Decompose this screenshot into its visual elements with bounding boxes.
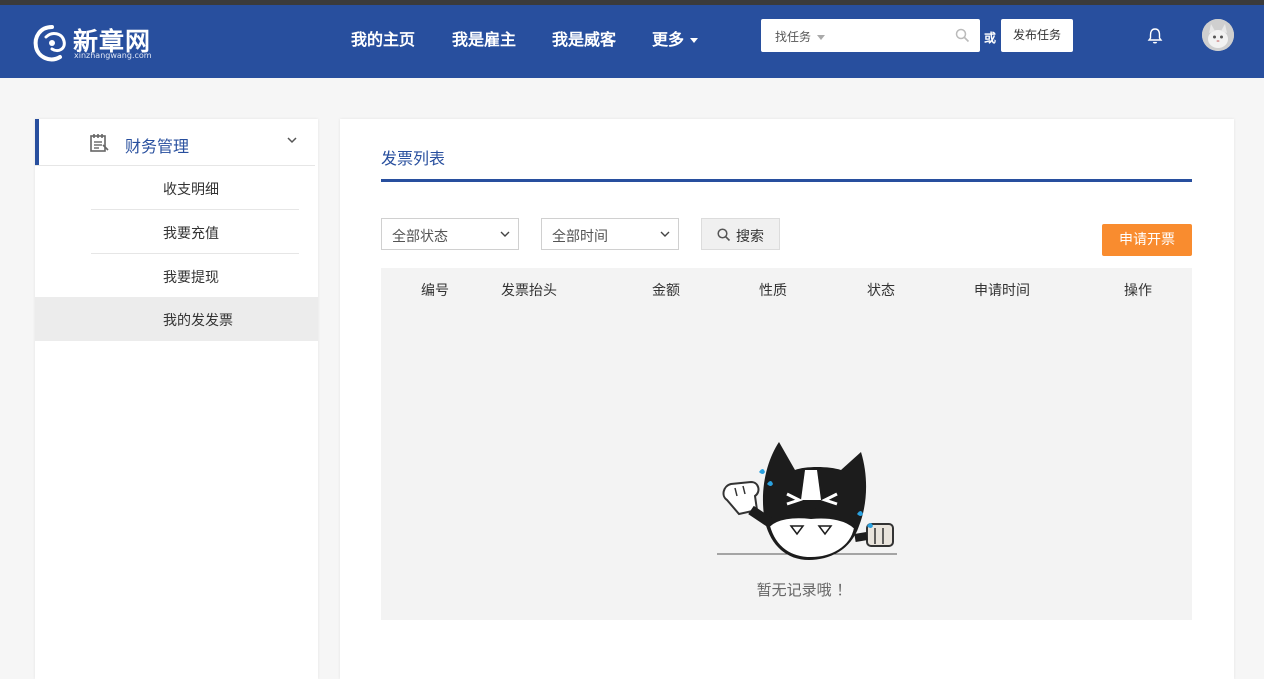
status-filter-value: 全部状态 bbox=[392, 229, 448, 245]
status-filter-select[interactable]: 全部状态 bbox=[381, 218, 519, 250]
main-panel: 发票列表 全部状态 全部时间 搜索 申请开票 编号 发票抬头 金额 性质 状态 … bbox=[340, 119, 1234, 679]
sidebar-item-label: 收支明细 bbox=[163, 182, 219, 198]
time-filter-select[interactable]: 全部时间 bbox=[541, 218, 679, 250]
sidebar-item-label: 我要提现 bbox=[163, 270, 219, 286]
chevron-down-icon bbox=[660, 231, 670, 237]
column-header-title: 发票抬头 bbox=[501, 283, 557, 299]
search-input[interactable]: 找任务 bbox=[761, 19, 980, 52]
apply-invoice-button[interactable]: 申请开票 bbox=[1102, 224, 1192, 256]
search-button[interactable]: 搜索 bbox=[701, 218, 780, 250]
or-text: 或 bbox=[984, 31, 997, 45]
search-icon[interactable] bbox=[955, 28, 970, 43]
publish-task-button[interactable]: 发布任务 bbox=[1001, 19, 1073, 52]
nav-more[interactable]: 更多 bbox=[652, 26, 699, 50]
caret-down-icon bbox=[817, 35, 826, 40]
top-navbar: 新章网 xinzhangwang.com 我的主页 我是雇主 我是威客 更多 找… bbox=[0, 5, 1264, 78]
column-header-number: 编号 bbox=[421, 283, 449, 299]
column-header-actions: 操作 bbox=[1124, 283, 1152, 299]
bell-icon[interactable] bbox=[1146, 27, 1164, 45]
sidebar-item-recharge[interactable]: 我要充值 bbox=[35, 210, 318, 254]
nav-more-label: 更多 bbox=[652, 30, 685, 49]
chevron-down-icon bbox=[500, 231, 510, 237]
invoice-table: 编号 发票抬头 金额 性质 状态 申请时间 操作 暂无记录哦 ！ bbox=[381, 268, 1192, 620]
column-header-status: 状态 bbox=[867, 283, 895, 299]
logo[interactable]: 新章网 xinzhangwang.com bbox=[32, 21, 162, 65]
cat-avatar-icon bbox=[1202, 19, 1234, 51]
sidebar-item-transactions[interactable]: 收支明细 bbox=[35, 166, 318, 210]
search-type-label: 找任务 bbox=[775, 30, 812, 44]
search-type-dropdown[interactable]: 找任务 bbox=[775, 28, 826, 45]
sidebar-item-label: 我的发发票 bbox=[163, 313, 233, 329]
nav-employer[interactable]: 我是雇主 bbox=[452, 26, 516, 50]
title-underline bbox=[381, 179, 1192, 182]
sidebar: 财务管理 收支明细 我要充值 我要提现 我的发发票 bbox=[35, 119, 318, 679]
empty-cat-illustration bbox=[717, 442, 897, 560]
column-header-apply-time: 申请时间 bbox=[974, 283, 1030, 299]
sidebar-item-label: 我要充值 bbox=[163, 226, 219, 242]
page-title: 发票列表 bbox=[381, 149, 446, 168]
time-filter-value: 全部时间 bbox=[552, 229, 608, 245]
logo-domain: xinzhangwang.com bbox=[74, 51, 152, 60]
nav-my-home[interactable]: 我的主页 bbox=[351, 26, 415, 50]
empty-state-text: 暂无记录哦 ！ bbox=[756, 581, 852, 599]
sidebar-section-finance[interactable]: 财务管理 bbox=[35, 119, 318, 165]
column-header-type: 性质 bbox=[759, 283, 787, 299]
caret-down-icon bbox=[690, 38, 699, 43]
column-header-amount: 金额 bbox=[652, 283, 680, 299]
search-button-label: 搜索 bbox=[736, 229, 764, 245]
nav-freelancer[interactable]: 我是威客 bbox=[552, 26, 616, 50]
sidebar-section-label: 财务管理 bbox=[125, 137, 190, 156]
sidebar-item-withdraw[interactable]: 我要提现 bbox=[35, 254, 318, 298]
chevron-down-icon[interactable] bbox=[286, 135, 298, 145]
sidebar-item-my-invoices[interactable]: 我的发发票 bbox=[35, 297, 318, 341]
avatar[interactable] bbox=[1202, 19, 1234, 51]
logo-swirl-icon bbox=[33, 25, 66, 62]
search-icon bbox=[717, 228, 731, 242]
finance-ledger-icon bbox=[90, 134, 109, 152]
